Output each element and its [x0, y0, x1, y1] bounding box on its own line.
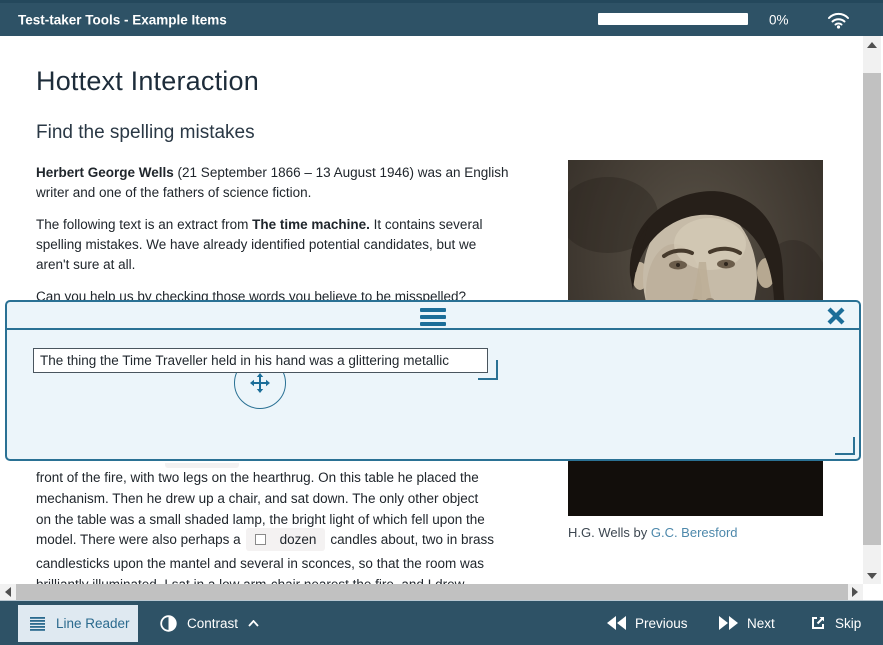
skip-icon [810, 615, 826, 631]
line-reader-window[interactable]: The thing the Time Traveller held in his… [33, 348, 488, 373]
contrast-label: Contrast [187, 616, 238, 631]
arrow-up-icon [867, 42, 877, 48]
vertical-scrollbar[interactable] [863, 36, 881, 584]
move-cross-icon [250, 373, 270, 393]
intro-paragraph-2: The following text is an extract from Th… [36, 215, 509, 275]
photo-caption: H.G. Wells by G.C. Beresford [568, 525, 738, 540]
extract-line: on the table was a small shaded lamp, th… [36, 511, 485, 528]
intro-p2-pre: The following text is an extract from [36, 217, 252, 232]
arrow-left-icon [5, 587, 11, 597]
top-bar: Test-taker Tools - Example Items 0% [0, 0, 883, 36]
extract-line: mechanism. Then he drew up a chair, and … [36, 490, 478, 507]
scroll-right-button[interactable] [847, 584, 863, 600]
line-reader-icon [30, 617, 45, 631]
intro-p2-line3: aren't sure at all. [36, 255, 509, 275]
menu-icon[interactable] [420, 308, 446, 326]
task-prompt: Find the spelling mistakes [36, 122, 255, 144]
line-reader-panel[interactable]: The thing the Time Traveller held in his… [5, 300, 861, 461]
extract-line: front of the fire, with two legs on the … [36, 469, 479, 486]
intro-paragraph-1: Herbert George Wells (21 September 1866 … [36, 163, 509, 203]
intro-text: Herbert George Wells (21 September 1866 … [36, 163, 509, 319]
previous-icon [607, 616, 626, 630]
scroll-up-button[interactable] [863, 36, 881, 53]
hottext-word: dozen [280, 531, 317, 548]
chevron-up-icon [248, 620, 259, 627]
previous-button[interactable]: Previous [607, 601, 688, 645]
line-reader-button[interactable]: Line Reader [18, 605, 138, 642]
intro-p1-rest: (21 September 1866 – 13 August 1946) was… [174, 165, 509, 180]
intro-p2-line2: spelling mistakes. We have already ident… [36, 235, 509, 255]
panel-resize-handle[interactable] [835, 437, 855, 455]
scroll-down-button[interactable] [863, 567, 881, 584]
page-title: Hottext Interaction [36, 66, 259, 97]
intro-p2-bold: The time machine. [252, 217, 370, 232]
next-icon [719, 616, 738, 630]
horizontal-scrollbar-thumb[interactable] [16, 584, 848, 600]
extract-line: brilliantly illuminated. I sat in a low … [36, 576, 464, 584]
skip-label: Skip [835, 616, 861, 631]
caption-link[interactable]: G.C. Beresford [651, 525, 738, 540]
progress-bar [598, 13, 748, 25]
dozen-checkbox[interactable] [255, 534, 266, 545]
extract-line: model. There were also perhaps a dozen c… [36, 528, 494, 551]
skip-button[interactable]: Skip [810, 601, 861, 645]
close-icon[interactable] [825, 305, 847, 327]
vertical-scrollbar-thumb[interactable] [863, 73, 881, 545]
arrow-down-icon [867, 573, 877, 579]
intro-p1-line2: writer and one of the fathers of science… [36, 183, 509, 203]
next-label: Next [747, 616, 775, 631]
line-reader-header [7, 302, 859, 330]
line-reader-label: Line Reader [56, 616, 130, 631]
hidden-hottext-sliver [165, 463, 239, 468]
extract-line4-post: candles about, two in brass [330, 531, 494, 548]
intro-p1-bold: Herbert George Wells [36, 165, 174, 180]
next-button[interactable]: Next [719, 601, 775, 645]
scroll-left-button[interactable] [0, 584, 16, 600]
previous-label: Previous [635, 616, 688, 631]
bottom-toolbar: Line Reader Contrast Previous Next Skip [0, 600, 883, 645]
progress-percent: 0% [769, 12, 789, 27]
contrast-icon [160, 615, 177, 632]
horizontal-scrollbar[interactable] [0, 584, 863, 600]
extract-line: candlesticks upon the mantel and several… [36, 555, 484, 572]
app-title: Test-taker Tools - Example Items [18, 12, 227, 27]
wifi-icon [827, 11, 850, 34]
extract-line4-pre: model. There were also perhaps a [36, 531, 241, 548]
hottext-choice-dozen[interactable]: dozen [246, 528, 326, 551]
arrow-right-icon [852, 587, 858, 597]
intro-p2-rest: It contains several [370, 217, 483, 232]
contrast-button[interactable]: Contrast [160, 601, 259, 645]
caption-text: H.G. Wells by [568, 525, 651, 540]
